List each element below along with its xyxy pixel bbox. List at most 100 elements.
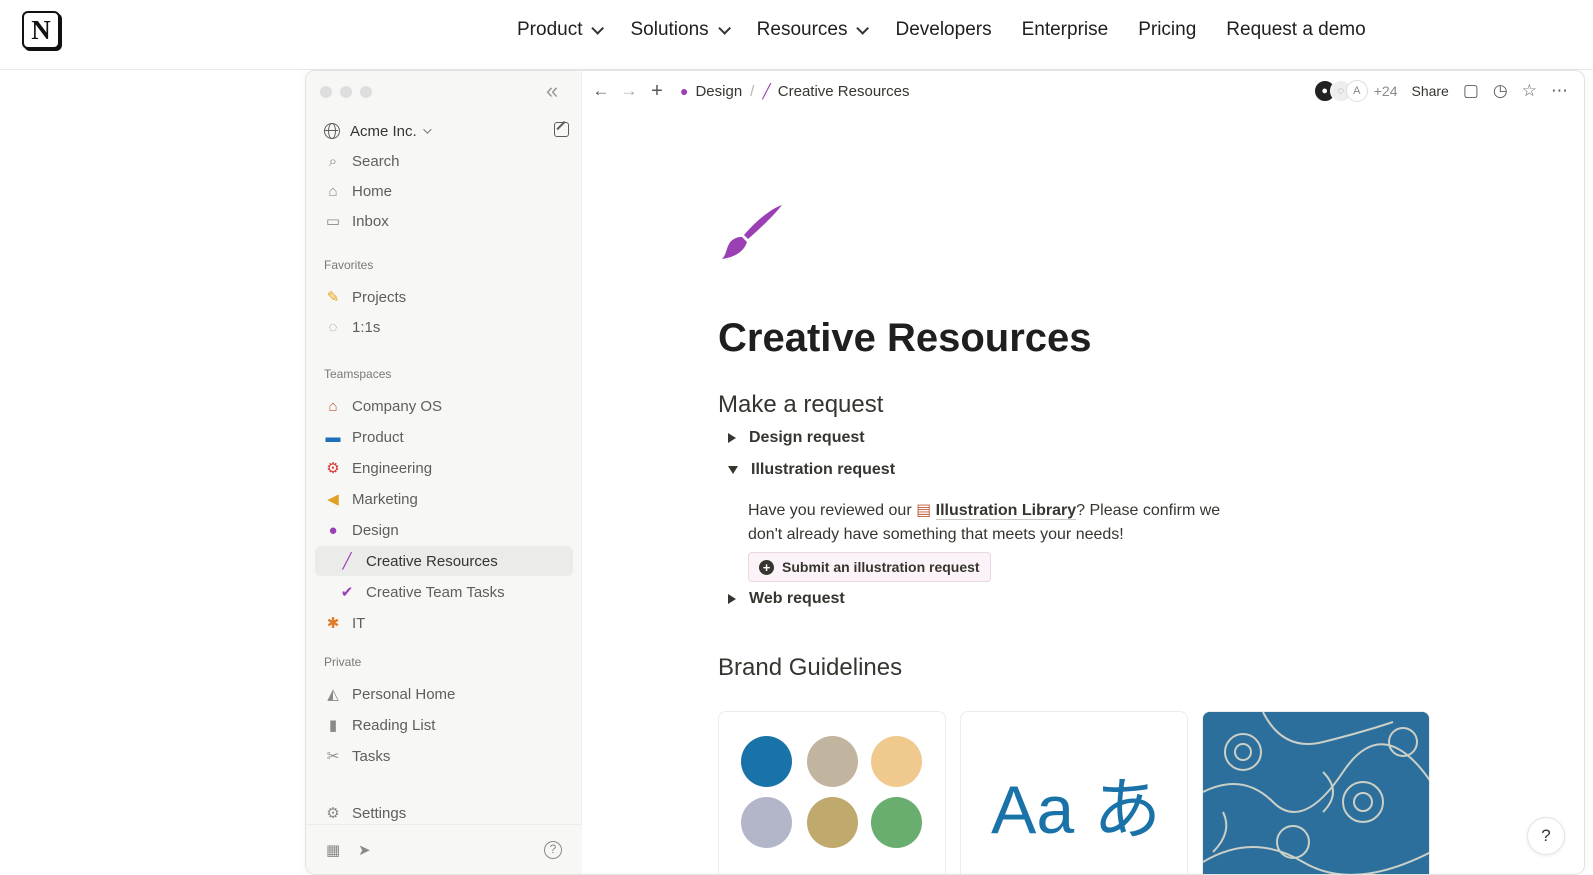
- avatar: A: [1345, 80, 1368, 102]
- section-heading-brand-guidelines: Brand Guidelines: [718, 654, 903, 681]
- nav-label: Resources: [756, 19, 848, 40]
- back-arrow-icon[interactable]: ←: [592, 81, 610, 101]
- breadcrumb-design[interactable]: Design: [695, 83, 742, 100]
- button-label: Submit an illustration request: [782, 559, 980, 575]
- share-button[interactable]: Share: [1411, 83, 1448, 99]
- nav-label: Solutions: [630, 19, 709, 40]
- send-icon[interactable]: ➤: [358, 841, 371, 859]
- sidebar-item-it[interactable]: ✱ IT: [315, 608, 573, 638]
- nav-label: Product: [517, 19, 583, 40]
- workspace-switcher[interactable]: Acme Inc.: [324, 119, 574, 143]
- toggle-closed-icon: [728, 433, 736, 443]
- sidebar-item-label: Inbox: [352, 212, 389, 230]
- sidebar-item-creative-team-tasks[interactable]: ✔ Creative Team Tasks: [315, 577, 573, 607]
- sidebar-item-reading-list[interactable]: ▮ Reading List: [315, 710, 573, 740]
- window-close-dot[interactable]: [320, 86, 332, 98]
- brand-cards: Aa あ: [718, 711, 1430, 874]
- house-icon: ⌂: [328, 397, 338, 415]
- floral-pattern-image: [1203, 712, 1429, 874]
- sidebar-item-search[interactable]: ⌕ Search: [315, 146, 573, 176]
- toggle-design-request[interactable]: Design request: [728, 429, 865, 447]
- private-heading: Private: [324, 655, 362, 669]
- page-topbar: ← → + ● Design / ╱ Creative Resources ● …: [582, 71, 1584, 111]
- help-button[interactable]: ?: [1527, 817, 1565, 855]
- star-icon[interactable]: ☆: [1522, 81, 1537, 101]
- comment-icon[interactable]: ▢: [1463, 81, 1479, 101]
- notion-logo[interactable]: N: [22, 11, 60, 49]
- page-title: Creative Resources: [718, 316, 1092, 360]
- scissors-icon: ✂: [326, 748, 340, 765]
- sidebar-item-label: Reading List: [352, 716, 436, 734]
- sidebar-item-personal-home[interactable]: ◭ Personal Home: [315, 679, 573, 709]
- illustration-note: Have you reviewed our ▤ Illustration Lib…: [748, 499, 1238, 547]
- nav-pricing[interactable]: Pricing: [1138, 19, 1196, 41]
- sidebar: « Acme Inc. ⌕ Search ⌂ Home ▭ Inbox Favorit…: [306, 71, 582, 874]
- palette-icon: ●: [328, 521, 338, 539]
- toggle-label: Design request: [749, 429, 865, 446]
- nav-resources[interactable]: Resources: [756, 19, 870, 41]
- chevron-down-icon: [422, 125, 432, 134]
- sidebar-item-label: IT: [352, 614, 366, 632]
- nav-enterprise[interactable]: Enterprise: [1022, 19, 1109, 41]
- color-swatch: [871, 736, 922, 787]
- sidebar-item-label: Creative Resources: [366, 552, 498, 570]
- nav-solutions[interactable]: Solutions: [630, 19, 731, 41]
- toggle-label: Web request: [749, 590, 845, 607]
- nav-developers[interactable]: Developers: [895, 19, 991, 41]
- sidebar-item-company-os[interactable]: ⌂ Company OS: [315, 391, 573, 421]
- toggle-web-request[interactable]: Web request: [728, 590, 845, 608]
- calendar-icon[interactable]: ▦: [326, 841, 340, 859]
- books-icon: ▤: [916, 502, 936, 519]
- add-page-icon[interactable]: +: [648, 80, 666, 103]
- typography-sample: Aa あ: [991, 772, 1162, 848]
- palette-icon: ●: [680, 83, 689, 99]
- sidebar-item-home[interactable]: ⌂ Home: [315, 176, 573, 206]
- illustration-library-link[interactable]: Illustration Library: [935, 502, 1077, 520]
- sidebar-item-marketing[interactable]: ◀ Marketing: [315, 484, 573, 514]
- favorites-heading: Favorites: [324, 258, 374, 272]
- submit-illustration-request-button[interactable]: + Submit an illustration request: [748, 552, 991, 582]
- sidebar-item-creative-resources[interactable]: ╱ Creative Resources: [315, 546, 573, 576]
- page-tools: ● ◌ A +24 Share ▢ ◷ ☆ ⋯: [1313, 71, 1568, 111]
- help-icon[interactable]: ?: [544, 841, 562, 859]
- section-heading-make-request: Make a request: [718, 391, 884, 418]
- sidebar-item-tasks[interactable]: ✂ Tasks: [315, 741, 573, 771]
- workspace-name: Acme Inc.: [350, 122, 417, 140]
- nav-product[interactable]: Product: [517, 19, 605, 41]
- sidebar-item-1on1s[interactable]: ◌ 1:1s: [315, 312, 573, 342]
- sidebar-item-label: Projects: [352, 288, 407, 306]
- toggle-label: Illustration request: [751, 461, 896, 478]
- collapse-sidebar-icon[interactable]: «: [546, 80, 558, 102]
- sidebar-item-label: Settings: [352, 804, 407, 822]
- history-icon[interactable]: ◷: [1493, 81, 1508, 101]
- paintbrush-icon: [722, 205, 782, 259]
- paintbrush-icon: ╱: [762, 82, 771, 99]
- toggle-closed-icon: [728, 594, 736, 604]
- new-page-icon[interactable]: [554, 122, 569, 137]
- speech-bubble-icon: ◌: [328, 318, 338, 336]
- collaborator-avatars[interactable]: ● ◌ A +24: [1313, 80, 1397, 102]
- pattern-card[interactable]: [1202, 711, 1430, 874]
- color-swatch: [741, 797, 792, 848]
- laptop-icon: ▬: [325, 428, 341, 446]
- sidebar-item-label: Design: [352, 521, 399, 539]
- sidebar-item-inbox[interactable]: ▭ Inbox: [315, 206, 573, 236]
- sidebar-item-design[interactable]: ● Design: [315, 515, 573, 545]
- nav-request-demo[interactable]: Request a demo: [1226, 19, 1365, 41]
- color-palette-card[interactable]: [718, 711, 946, 874]
- gear-icon: ⚙: [326, 460, 340, 477]
- breadcrumb-creative-resources[interactable]: Creative Resources: [778, 83, 910, 100]
- typography-card[interactable]: Aa あ: [960, 711, 1188, 874]
- window-zoom-dot[interactable]: [360, 86, 372, 98]
- plus-circle-icon: +: [759, 559, 774, 575]
- sidebar-item-product[interactable]: ▬ Product: [315, 422, 573, 452]
- pizza-icon: ◭: [327, 686, 339, 703]
- window-minimize-dot[interactable]: [340, 86, 352, 98]
- forward-arrow-icon[interactable]: →: [620, 81, 638, 101]
- sidebar-item-engineering[interactable]: ⚙ Engineering: [315, 453, 573, 483]
- chevron-down-icon: [717, 21, 731, 35]
- toggle-illustration-request[interactable]: Illustration request: [728, 461, 895, 479]
- sidebar-item-projects[interactable]: ✎ Projects: [315, 282, 573, 312]
- more-icon[interactable]: ⋯: [1551, 81, 1568, 101]
- sidebar-item-label: Company OS: [352, 397, 443, 415]
